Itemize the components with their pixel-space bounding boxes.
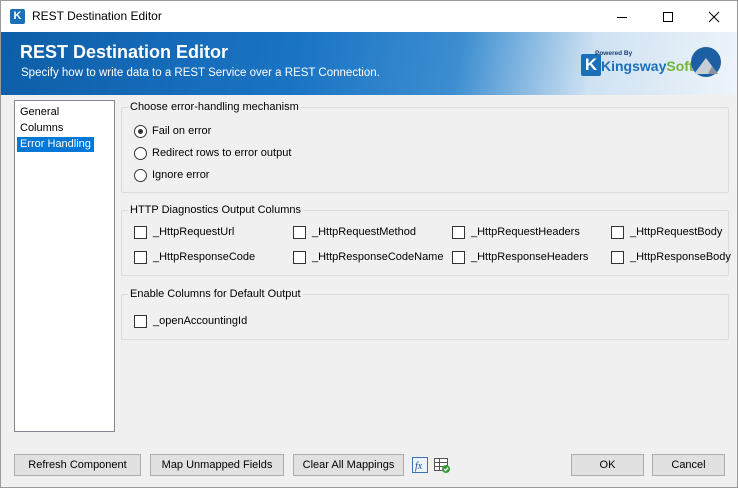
ignore-error-radio[interactable] <box>134 169 147 182</box>
fail-on-error-radio[interactable] <box>134 125 147 138</box>
default-output-group-title: Enable Columns for Default Output <box>128 288 303 300</box>
logo-name: KingswaySoft <box>601 58 694 74</box>
open-accounting-id-label[interactable]: _openAccountingId <box>153 315 247 327</box>
http-request-url-checkbox[interactable] <box>134 226 147 239</box>
app-icon: K <box>10 9 25 24</box>
http-request-body-label[interactable]: _HttpRequestBody <box>630 226 722 238</box>
redirect-rows-label[interactable]: Redirect rows to error output <box>152 147 291 159</box>
banner-subtitle: Specify how to write data to a REST Serv… <box>21 67 380 79</box>
close-button[interactable] <box>691 1 737 32</box>
ignore-error-label[interactable]: Ignore error <box>152 169 209 181</box>
title-bar[interactable]: K REST Destination Editor <box>1 1 737 32</box>
minimize-button[interactable] <box>599 1 645 32</box>
refresh-component-button[interactable]: Refresh Component <box>14 454 141 476</box>
http-request-body-checkbox[interactable] <box>611 226 624 239</box>
error-handling-group: Choose error-handling mechanism Fail on … <box>121 101 729 193</box>
maximize-icon <box>663 12 673 22</box>
kingswaysoft-logo: K Powered By KingswaySoft <box>581 50 694 78</box>
http-response-code-name-label[interactable]: _HttpResponseCodeName <box>312 251 443 263</box>
mountain-icon <box>691 47 721 77</box>
grid-check-icon[interactable] <box>433 456 451 474</box>
nav-item-general[interactable]: General <box>17 105 62 120</box>
clear-all-mappings-button[interactable]: Clear All Mappings <box>293 454 404 476</box>
nav-item-columns[interactable]: Columns <box>17 121 66 136</box>
redirect-rows-radio[interactable] <box>134 147 147 160</box>
http-response-code-checkbox[interactable] <box>134 251 147 264</box>
map-unmapped-fields-button[interactable]: Map Unmapped Fields <box>150 454 284 476</box>
logo-powered-by: Powered By <box>595 50 633 57</box>
nav-list[interactable]: General Columns Error Handling <box>14 100 115 432</box>
fail-on-error-label[interactable]: Fail on error <box>152 125 211 137</box>
http-response-code-label[interactable]: _HttpResponseCode <box>153 251 255 263</box>
http-diagnostics-group: HTTP Diagnostics Output Columns _HttpReq… <box>121 204 731 276</box>
header-banner: REST Destination Editor Specify how to w… <box>1 32 737 95</box>
minimize-icon <box>617 17 627 18</box>
nav-item-error-handling[interactable]: Error Handling <box>17 137 94 152</box>
http-request-headers-label[interactable]: _HttpRequestHeaders <box>471 226 580 238</box>
http-response-headers-checkbox[interactable] <box>452 251 465 264</box>
editor-window: K REST Destination Editor REST Destinati… <box>0 0 738 488</box>
banner-title: REST Destination Editor <box>20 42 229 62</box>
window-title: REST Destination Editor <box>32 9 162 23</box>
svg-text:fx: fx <box>415 461 423 472</box>
cancel-button[interactable]: Cancel <box>652 454 725 476</box>
http-response-body-label[interactable]: _HttpResponseBody <box>630 251 731 263</box>
http-response-headers-label[interactable]: _HttpResponseHeaders <box>471 251 588 263</box>
logo-name-main: Kingsway <box>601 58 667 74</box>
http-request-headers-checkbox[interactable] <box>452 226 465 239</box>
http-request-method-label[interactable]: _HttpRequestMethod <box>312 226 416 238</box>
logo-k-icon: K <box>581 54 601 76</box>
http-request-method-checkbox[interactable] <box>293 226 306 239</box>
maximize-button[interactable] <box>645 1 691 32</box>
default-output-group: Enable Columns for Default Output _openA… <box>121 288 729 340</box>
error-handling-group-title: Choose error-handling mechanism <box>128 101 301 113</box>
http-diagnostics-group-title: HTTP Diagnostics Output Columns <box>128 204 303 216</box>
close-icon <box>708 11 720 23</box>
http-request-url-label[interactable]: _HttpRequestUrl <box>153 226 234 238</box>
ok-button[interactable]: OK <box>571 454 644 476</box>
http-response-body-checkbox[interactable] <box>611 251 624 264</box>
http-response-code-name-checkbox[interactable] <box>293 251 306 264</box>
fx-icon[interactable]: fx <box>411 456 429 474</box>
open-accounting-id-checkbox[interactable] <box>134 315 147 328</box>
